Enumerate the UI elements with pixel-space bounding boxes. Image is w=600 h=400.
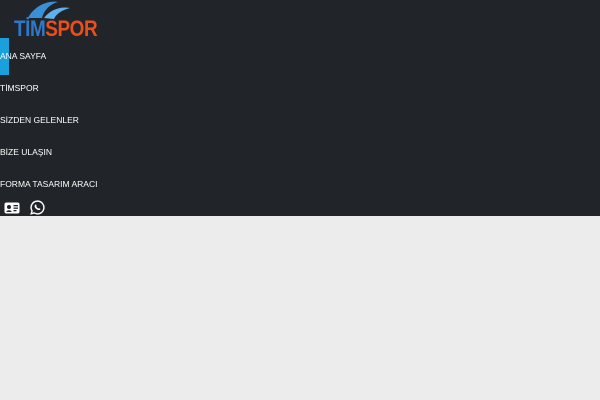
nav-item-ana-sayfa[interactable]: ANA SAYFA	[0, 40, 97, 72]
logo-text-spor: SPOR	[45, 16, 98, 41]
whatsapp-icon[interactable]	[30, 200, 45, 220]
site-header: TİMSPOR ANA SAYFA TİMSPOR SİZDEN GELENLE…	[0, 0, 600, 216]
nav-item-forma-tasarim-araci[interactable]: FORMA TASARIM ARACI	[0, 168, 97, 200]
nav-item-timspor[interactable]: TİMSPOR	[0, 72, 97, 104]
main-nav: ANA SAYFA TİMSPOR SİZDEN GELENLER BİZE U…	[0, 40, 97, 200]
logo-text: TİMSPOR	[14, 16, 98, 42]
nav-item-bize-ulasin[interactable]: BİZE ULAŞIN	[0, 136, 97, 168]
social-links	[4, 200, 45, 220]
nav-item-sizden-gelenler[interactable]: SİZDEN GELENLER	[0, 104, 97, 136]
id-card-icon[interactable]	[4, 201, 20, 220]
timspor-logo[interactable]: TİMSPOR	[14, 0, 106, 42]
logo-text-tim: TİM	[14, 16, 46, 41]
